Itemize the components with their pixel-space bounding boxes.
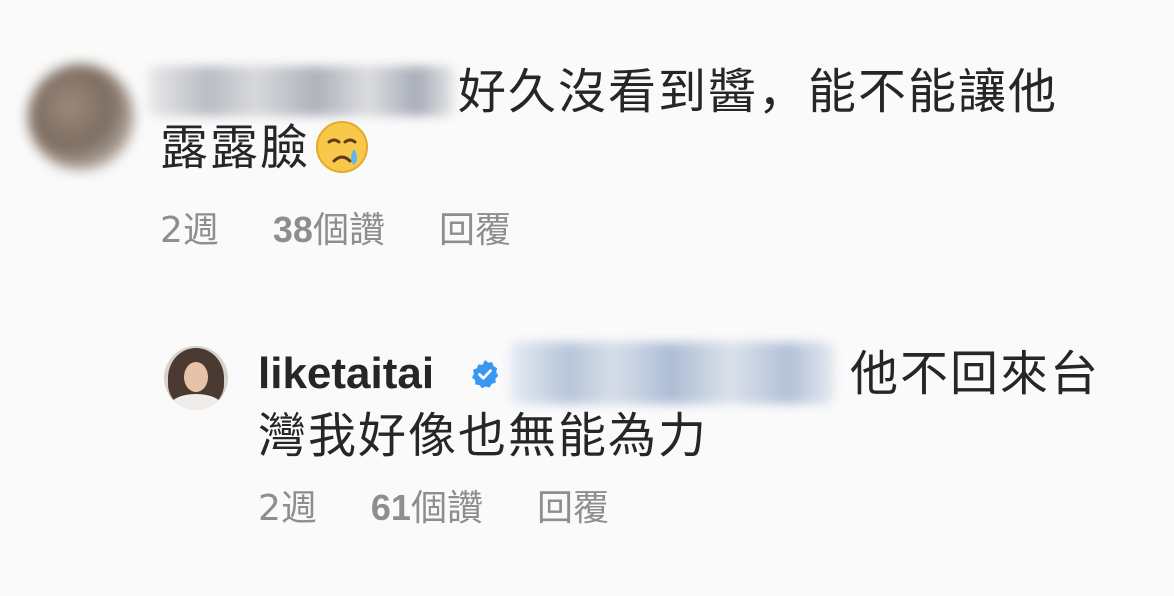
timestamp: 2週 [160,209,219,251]
blurred-mention [510,342,834,404]
comment-text-continued: 露露臉 [160,116,370,180]
comment-meta: 2週 38個讚 回覆 [160,206,511,255]
likes-number: 38 [272,209,313,250]
crying-face-icon [316,121,369,173]
likes-count-button[interactable]: 61個讚 [371,484,483,533]
likes-number: 61 [370,487,411,528]
blurred-username [148,66,454,116]
username-link[interactable]: liketaitai [258,344,434,404]
verified-badge-icon [472,360,499,389]
likes-suffix: 個讚 [312,210,385,251]
comment-text: 好久沒看到醬，能不能讓他 [458,64,1059,120]
comment-text-continued: 灣我好像也無能為力 [258,408,709,464]
reply-button[interactable]: 回覆 [537,485,609,533]
reply-button[interactable]: 回覆 [439,207,511,255]
avatar[interactable] [164,346,228,410]
likes-suffix: 個讚 [410,488,483,529]
timestamp: 2週 [258,487,317,529]
comment-meta: 2週 61個讚 回覆 [258,484,609,533]
avatar[interactable] [28,64,134,170]
likes-count-button[interactable]: 38個讚 [273,206,385,255]
comment-text-line: 露露臉 [160,120,311,176]
comment-text: 他不回來台 [850,346,1101,402]
